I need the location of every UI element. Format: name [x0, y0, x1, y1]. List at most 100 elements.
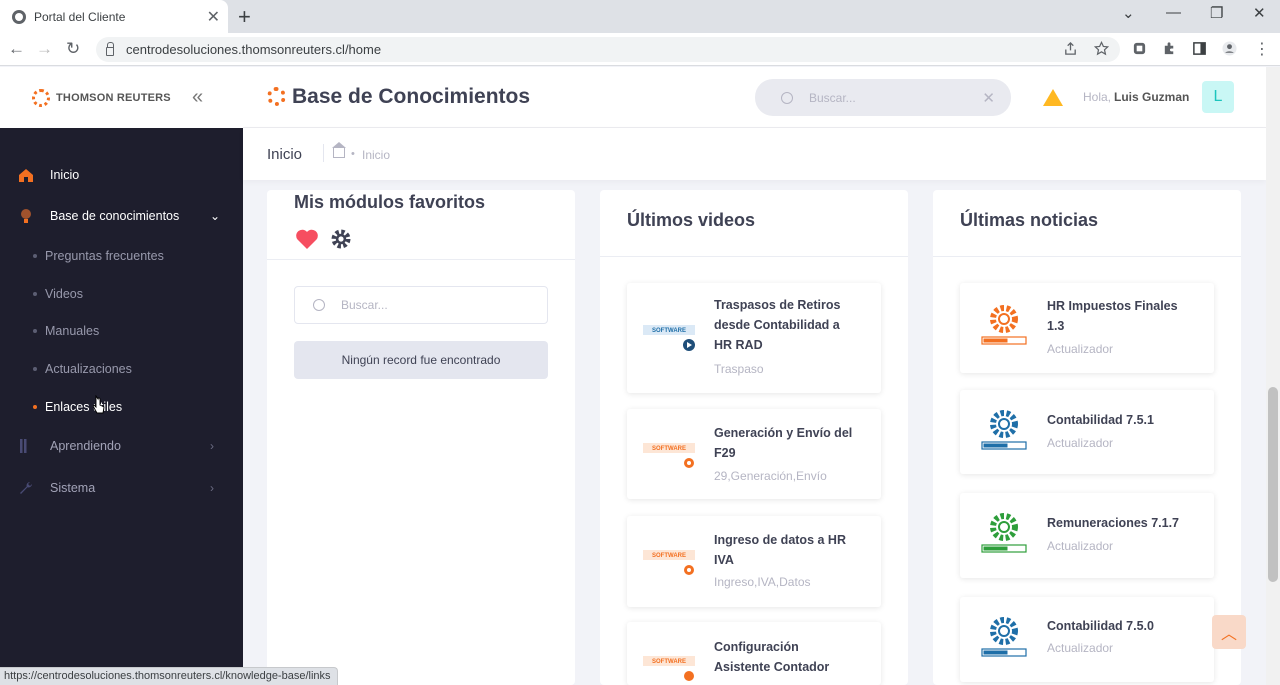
browser-tab-bar: Portal del Cliente ✕ + ⌄ — ❐ ✕ [0, 0, 1280, 33]
reload-icon[interactable]: ↻ [66, 39, 80, 59]
lock-icon [106, 41, 114, 56]
subitem-label: Actualizaciones [45, 362, 132, 376]
scrollbar-thumb[interactable] [1268, 387, 1278, 582]
chevron-right-icon: › [210, 481, 214, 495]
video-title-line: IVA [714, 553, 734, 567]
warning-icon[interactable] [1043, 89, 1063, 106]
bullet-dot [33, 367, 37, 371]
page-title: Base de Conocimientos [292, 85, 531, 108]
news-title-line: HR Impuestos Finales [1047, 299, 1178, 313]
bullet-dot [33, 254, 37, 258]
sidebar-item-base-conocimientos[interactable]: Base de conocimientos ⌄ [0, 196, 243, 236]
sidebar-subitem-actualizaciones[interactable]: Actualizaciones [0, 354, 243, 384]
gear-icon[interactable] [330, 228, 352, 250]
header-search-input[interactable]: Buscar... ✕ [755, 79, 1011, 116]
video-item[interactable]: SOFTWARE Configuración Asistente Contado… [627, 622, 881, 685]
video-title-line: Ingreso de datos a HR [714, 533, 846, 547]
search-placeholder: Buscar... [341, 298, 388, 312]
sidebar-item-label: Base de conocimientos [50, 209, 180, 223]
url-field[interactable]: centrodesoluciones.thomsonreuters.cl/hom… [96, 37, 1120, 62]
page-scrollbar[interactable] [1266, 67, 1280, 685]
extensions-puzzle-icon[interactable] [1162, 41, 1177, 56]
search-placeholder: Buscar... [809, 90, 856, 105]
news-title-line: Contabilidad 7.5.1 [1047, 413, 1154, 427]
video-title-line: Traspasos de Retiros [714, 298, 841, 312]
tab-search-icon[interactable]: ⌄ [1122, 4, 1135, 22]
sidebar-subitem-manuales[interactable]: Manuales [0, 316, 243, 346]
subheader-title: Inicio [267, 146, 303, 163]
news-tag: Actualizador [1047, 436, 1114, 450]
sidebar-item-label: Inicio [50, 168, 80, 182]
sidebar-subitem-preguntas[interactable]: Preguntas frecuentes [0, 241, 243, 271]
avatar[interactable]: L [1202, 81, 1234, 113]
browser-menu-icon[interactable]: ⋮ [1254, 39, 1270, 59]
heart-icon[interactable] [295, 228, 319, 250]
home-icon [19, 169, 33, 182]
sidebar: Inicio Base de conocimientos ⌄ Preguntas… [0, 128, 243, 685]
browser-tab[interactable]: Portal del Cliente ✕ [0, 0, 228, 33]
favorites-title: Mis módulos favoritos [294, 192, 486, 212]
breadcrumb[interactable]: Inicio [362, 148, 390, 162]
video-tags: Ingreso,IVA,Datos [714, 575, 811, 589]
scroll-to-top-button[interactable]: ︿ [1212, 615, 1246, 649]
sidebar-item-sistema[interactable]: Sistema › [0, 468, 243, 508]
video-title-line: desde Contabilidad a [714, 318, 840, 332]
news-title-line: Remuneraciones 7.1.7 [1047, 516, 1180, 530]
close-window-icon[interactable]: ✕ [1253, 4, 1266, 22]
tab-close-icon[interactable]: ✕ [207, 7, 220, 27]
subitem-label: Manuales [45, 324, 100, 338]
card-divider [267, 259, 575, 260]
greeting-text: Hola, [1083, 90, 1112, 104]
search-icon [781, 91, 793, 104]
sidebar-item-aprendiendo[interactable]: Aprendiendo › [0, 426, 243, 466]
profile-icon[interactable] [1222, 41, 1237, 56]
share-icon[interactable] [1063, 41, 1078, 56]
clear-search-icon[interactable]: ✕ [982, 89, 995, 107]
maximize-icon[interactable]: ❐ [1210, 4, 1223, 22]
video-title-line: Asistente Contador [714, 660, 830, 674]
extension-app-icon[interactable] [1132, 41, 1147, 56]
collapse-sidebar-icon[interactable]: « [192, 86, 203, 109]
address-bar: ← → ↻ centrodesoluciones.thomsonreuters.… [0, 33, 1280, 66]
thomson-reuters-logo-icon [32, 89, 50, 107]
status-bar-url: https://centrodesoluciones.thomsonreuter… [0, 667, 338, 685]
back-icon[interactable]: ← [8, 39, 25, 59]
video-item[interactable]: SOFTWARE Traspasos de Retiros desde Cont… [627, 283, 881, 393]
video-title-line: F29 [714, 446, 736, 460]
subheader: Inicio • Inicio [243, 128, 1266, 180]
bulb-icon [21, 209, 31, 223]
video-item[interactable]: SOFTWARE Ingreso de datos a HR IVA Ingre… [627, 516, 881, 607]
side-panel-icon[interactable] [1192, 41, 1207, 56]
user-greeting[interactable]: Hola, Luis Guzman [1083, 90, 1189, 104]
video-thumbnail-icon: SOFTWARE [643, 443, 695, 468]
url-text: centrodesoluciones.thomsonreuters.cl/hom… [126, 42, 382, 57]
tab-title: Portal del Cliente [34, 9, 126, 24]
new-tab-icon[interactable]: + [238, 4, 251, 30]
sidebar-subitem-videos[interactable]: Videos [0, 279, 243, 309]
news-title-line: 1.3 [1047, 319, 1065, 333]
news-tag: Actualizador [1047, 641, 1114, 655]
updater-gear-icon [981, 513, 1027, 553]
forward-icon[interactable]: → [36, 39, 53, 59]
video-tags: 29,Generación,Envío [714, 469, 827, 483]
video-item[interactable]: SOFTWARE Generación y Envío del F29 29,G… [627, 409, 881, 499]
news-item[interactable]: Contabilidad 7.5.1 Actualizador [960, 390, 1214, 474]
videos-title: Últimos videos [627, 210, 756, 230]
sidebar-subitem-enlaces[interactable]: Enlaces útiles [0, 392, 243, 422]
breadcrumb-home-icon[interactable] [332, 142, 346, 158]
header-logo-icon [267, 87, 286, 106]
news-title: Últimas noticias [960, 210, 1099, 230]
subheader-separator [323, 144, 324, 162]
svg-text:SOFTWARE: SOFTWARE [652, 446, 686, 452]
favorites-search-input[interactable]: Buscar... [294, 286, 548, 324]
globe-icon [12, 9, 26, 24]
svg-text:SOFTWARE: SOFTWARE [652, 328, 686, 334]
news-item[interactable]: HR Impuestos Finales 1.3 Actualizador [960, 283, 1214, 373]
minimize-icon[interactable]: — [1166, 4, 1181, 21]
news-item[interactable]: Remuneraciones 7.1.7 Actualizador [960, 493, 1214, 578]
bookmark-star-icon[interactable] [1094, 41, 1109, 56]
sidebar-item-inicio[interactable]: Inicio [0, 155, 243, 195]
video-thumbnail-icon: SOFTWARE [643, 325, 695, 351]
news-item[interactable]: Contabilidad 7.5.0 Actualizador [960, 597, 1214, 682]
video-thumbnail-icon: SOFTWARE [643, 656, 695, 681]
